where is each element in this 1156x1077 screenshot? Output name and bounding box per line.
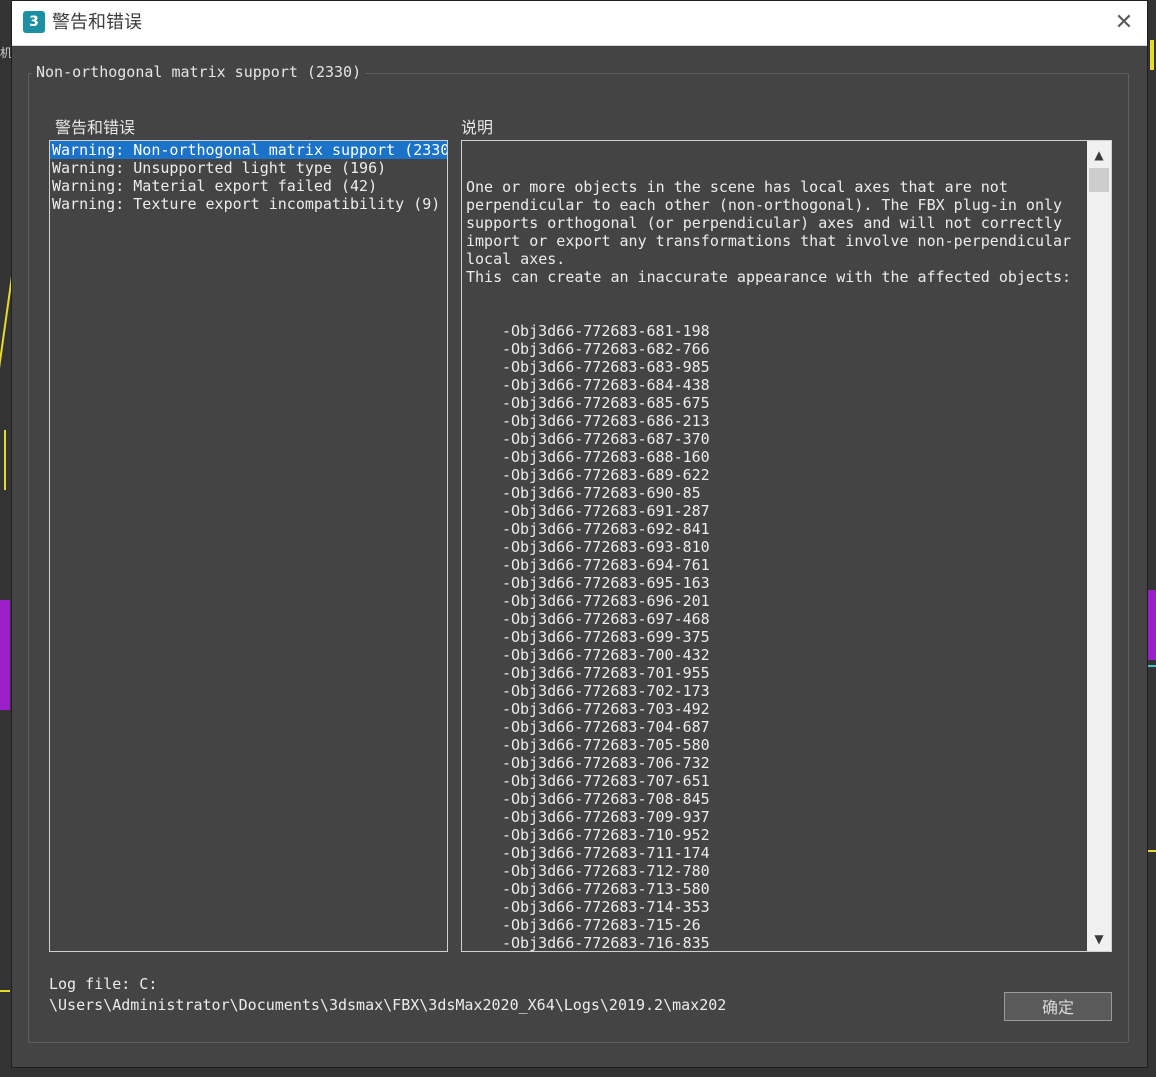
affected-object-item: -Obj3d66-772683-693-810 bbox=[502, 538, 710, 556]
affected-object-item: -Obj3d66-772683-712-780 bbox=[502, 862, 710, 880]
affected-object-item: -Obj3d66-772683-683-985 bbox=[502, 358, 710, 376]
affected-object-item: -Obj3d66-772683-713-580 bbox=[502, 880, 710, 898]
affected-object-item: -Obj3d66-772683-690-85 bbox=[502, 484, 701, 502]
affected-object-item: -Obj3d66-772683-716-835 bbox=[502, 934, 710, 952]
affected-object-item: -Obj3d66-772683-705-580 bbox=[502, 736, 710, 754]
affected-object-item: -Obj3d66-772683-694-761 bbox=[502, 556, 710, 574]
warning-list-item[interactable]: Warning: Unsupported light type (196) bbox=[50, 159, 447, 177]
affected-object-item: -Obj3d66-772683-715-26 bbox=[502, 916, 701, 934]
window-title: 警告和错误 bbox=[52, 12, 142, 33]
description-scrollbar[interactable]: ▲ ▼ bbox=[1087, 141, 1111, 951]
affected-object-item: -Obj3d66-772683-681-198 bbox=[502, 322, 710, 340]
affected-object-item: -Obj3d66-772683-707-651 bbox=[502, 772, 710, 790]
list-label: 警告和错误 bbox=[55, 118, 136, 137]
close-button[interactable]: ✕ bbox=[1109, 9, 1139, 37]
affected-object-item: -Obj3d66-772683-703-492 bbox=[502, 700, 710, 718]
affected-object-item: -Obj3d66-772683-709-937 bbox=[502, 808, 710, 826]
affected-object-item: -Obj3d66-772683-708-845 bbox=[502, 790, 710, 808]
warning-list-item[interactable]: Warning: Texture export incompatibility … bbox=[50, 195, 447, 213]
affected-object-item: -Obj3d66-772683-701-955 bbox=[502, 664, 710, 682]
group-title: Non-orthogonal matrix support (2330) bbox=[32, 62, 366, 82]
title-bar[interactable]: 3 警告和错误 ✕ bbox=[12, 1, 1147, 46]
scroll-down-icon[interactable]: ▼ bbox=[1087, 927, 1111, 951]
log-file-line1: Log file: C: bbox=[49, 975, 158, 993]
affected-object-item: -Obj3d66-772683-700-432 bbox=[502, 646, 710, 664]
app-3dsmax-icon: 3 bbox=[23, 11, 45, 33]
affected-objects-list: -Obj3d66-772683-681-198 -Obj3d66-772683-6… bbox=[466, 322, 1086, 952]
viewport-wire-line bbox=[0, 990, 10, 992]
affected-object-item: -Obj3d66-772683-685-675 bbox=[502, 394, 710, 412]
description-text: One or more objects in the scene has loc… bbox=[466, 142, 1086, 952]
affected-object-item: -Obj3d66-772683-691-287 bbox=[502, 502, 710, 520]
description-box[interactable]: One or more objects in the scene has loc… bbox=[461, 140, 1112, 952]
warnings-dialog: 3 警告和错误 ✕ Non-orthogonal matrix support … bbox=[11, 0, 1148, 1068]
description-body: One or more objects in the scene has loc… bbox=[466, 178, 1072, 286]
affected-object-item: -Obj3d66-772683-714-353 bbox=[502, 898, 710, 916]
warning-list-item[interactable]: Warning: Non-orthogonal matrix support (… bbox=[50, 141, 447, 159]
affected-object-item: -Obj3d66-772683-697-468 bbox=[502, 610, 710, 628]
log-file-path: \Users\Administrator\Documents\3dsmax\FB… bbox=[49, 996, 727, 1014]
ok-button[interactable]: 确定 bbox=[1004, 992, 1112, 1021]
affected-object-item: -Obj3d66-772683-710-952 bbox=[502, 826, 710, 844]
viewport-wire-line bbox=[1150, 40, 1154, 70]
viewport-wire-line bbox=[4, 430, 6, 490]
affected-object-item: -Obj3d66-772683-704-687 bbox=[502, 718, 710, 736]
affected-object-item: -Obj3d66-772683-689-622 bbox=[502, 466, 710, 484]
affected-object-item: -Obj3d66-772683-684-438 bbox=[502, 376, 710, 394]
affected-object-item: -Obj3d66-772683-688-160 bbox=[502, 448, 710, 466]
scroll-up-icon[interactable]: ▲ bbox=[1087, 143, 1111, 167]
affected-object-item: -Obj3d66-772683-711-174 bbox=[502, 844, 710, 862]
log-file-label: Log file: C: \Users\Administrator\Docume… bbox=[49, 974, 726, 1016]
scroll-thumb[interactable] bbox=[1089, 168, 1109, 192]
affected-object-item: -Obj3d66-772683-702-173 bbox=[502, 682, 710, 700]
affected-object-item: -Obj3d66-772683-687-370 bbox=[502, 430, 710, 448]
warnings-list[interactable]: Warning: Non-orthogonal matrix support (… bbox=[49, 140, 448, 952]
affected-object-item: -Obj3d66-772683-699-375 bbox=[502, 628, 710, 646]
description-label: 说明 bbox=[461, 118, 494, 137]
affected-object-item: -Obj3d66-772683-696-201 bbox=[502, 592, 710, 610]
affected-object-item: -Obj3d66-772683-692-841 bbox=[502, 520, 710, 538]
affected-object-item: -Obj3d66-772683-706-732 bbox=[502, 754, 710, 772]
warning-list-item[interactable]: Warning: Material export failed (42) bbox=[50, 177, 447, 195]
affected-object-item: -Obj3d66-772683-686-213 bbox=[502, 412, 710, 430]
viewport-object bbox=[0, 600, 10, 710]
affected-object-item: -Obj3d66-772683-695-163 bbox=[502, 574, 710, 592]
affected-object-item: -Obj3d66-772683-682-766 bbox=[502, 340, 710, 358]
